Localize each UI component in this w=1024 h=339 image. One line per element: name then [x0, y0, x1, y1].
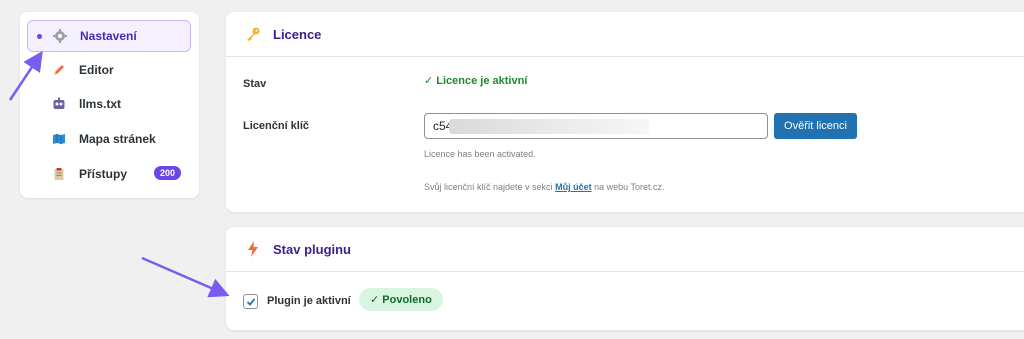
- map-icon: [51, 131, 67, 147]
- sidebar-item-label: Editor: [79, 63, 114, 77]
- lightning-icon: [245, 241, 261, 257]
- my-account-link[interactable]: Můj účet: [555, 182, 592, 192]
- status-badge: ✓ Povoleno: [359, 288, 443, 311]
- sidebar-item-label: Přístupy: [79, 167, 128, 181]
- sidebar-item-nastaveni[interactable]: Nastavení: [27, 20, 191, 52]
- licence-key-label: Licenční klíč: [243, 120, 310, 132]
- sidebar-item-editor[interactable]: Editor: [27, 54, 191, 86]
- plugin-status-card: Stav pluginu Plugin je aktivní ✓ Povolen…: [226, 227, 1024, 330]
- licence-card-header: Licence: [226, 12, 1024, 57]
- key-icon: [245, 26, 261, 42]
- clipboard-icon: [51, 166, 67, 182]
- plugin-active-checkbox[interactable]: [243, 294, 258, 309]
- plugin-card-header: Stav pluginu: [226, 227, 1024, 272]
- sidebar-item-mapa-stranek[interactable]: Mapa stránek: [27, 123, 191, 155]
- licence-key-input[interactable]: c54: [424, 113, 768, 139]
- active-dot-icon: [37, 33, 42, 39]
- verify-licence-button[interactable]: Ověřit licenci: [774, 113, 857, 139]
- pencil-icon: [51, 62, 67, 78]
- status-label: Stav: [243, 78, 267, 90]
- checkmark-icon: [246, 297, 255, 306]
- sidebar-item-label: Nastavení: [80, 29, 137, 43]
- sidebar-item-pristupy[interactable]: Přístupy 200: [27, 158, 191, 190]
- check-icon: ✓: [370, 294, 383, 306]
- robot-icon: [51, 96, 67, 112]
- plugin-title: Stav pluginu: [273, 241, 351, 257]
- licence-status: ✓ Licence je aktivní: [424, 75, 528, 87]
- licence-card: Licence Stav ✓ Licence je aktivní Licenč…: [226, 12, 1024, 212]
- arrow-to-plugin-checkbox-icon: [141, 256, 230, 298]
- plugin-active-label: Plugin je aktivní: [267, 295, 351, 307]
- sidebar-item-label: Mapa stránek: [79, 132, 156, 146]
- sidebar-item-label: llms.txt: [79, 97, 122, 111]
- count-badge: 200: [153, 166, 181, 180]
- sidebar-item-llms[interactable]: llms.txt: [27, 88, 191, 120]
- check-icon: ✓: [424, 75, 437, 87]
- licence-help-text: Svůj licenční klíč najdete v sekci Můj ú…: [424, 182, 665, 192]
- licence-title: Licence: [273, 26, 322, 42]
- sidebar-nav: Nastavení Editor llms.txt Mapa stránek P…: [20, 12, 199, 198]
- gear-icon: [52, 28, 68, 44]
- activated-note: Licence has been activated.: [424, 149, 536, 159]
- redacted-key-blur: [449, 119, 649, 134]
